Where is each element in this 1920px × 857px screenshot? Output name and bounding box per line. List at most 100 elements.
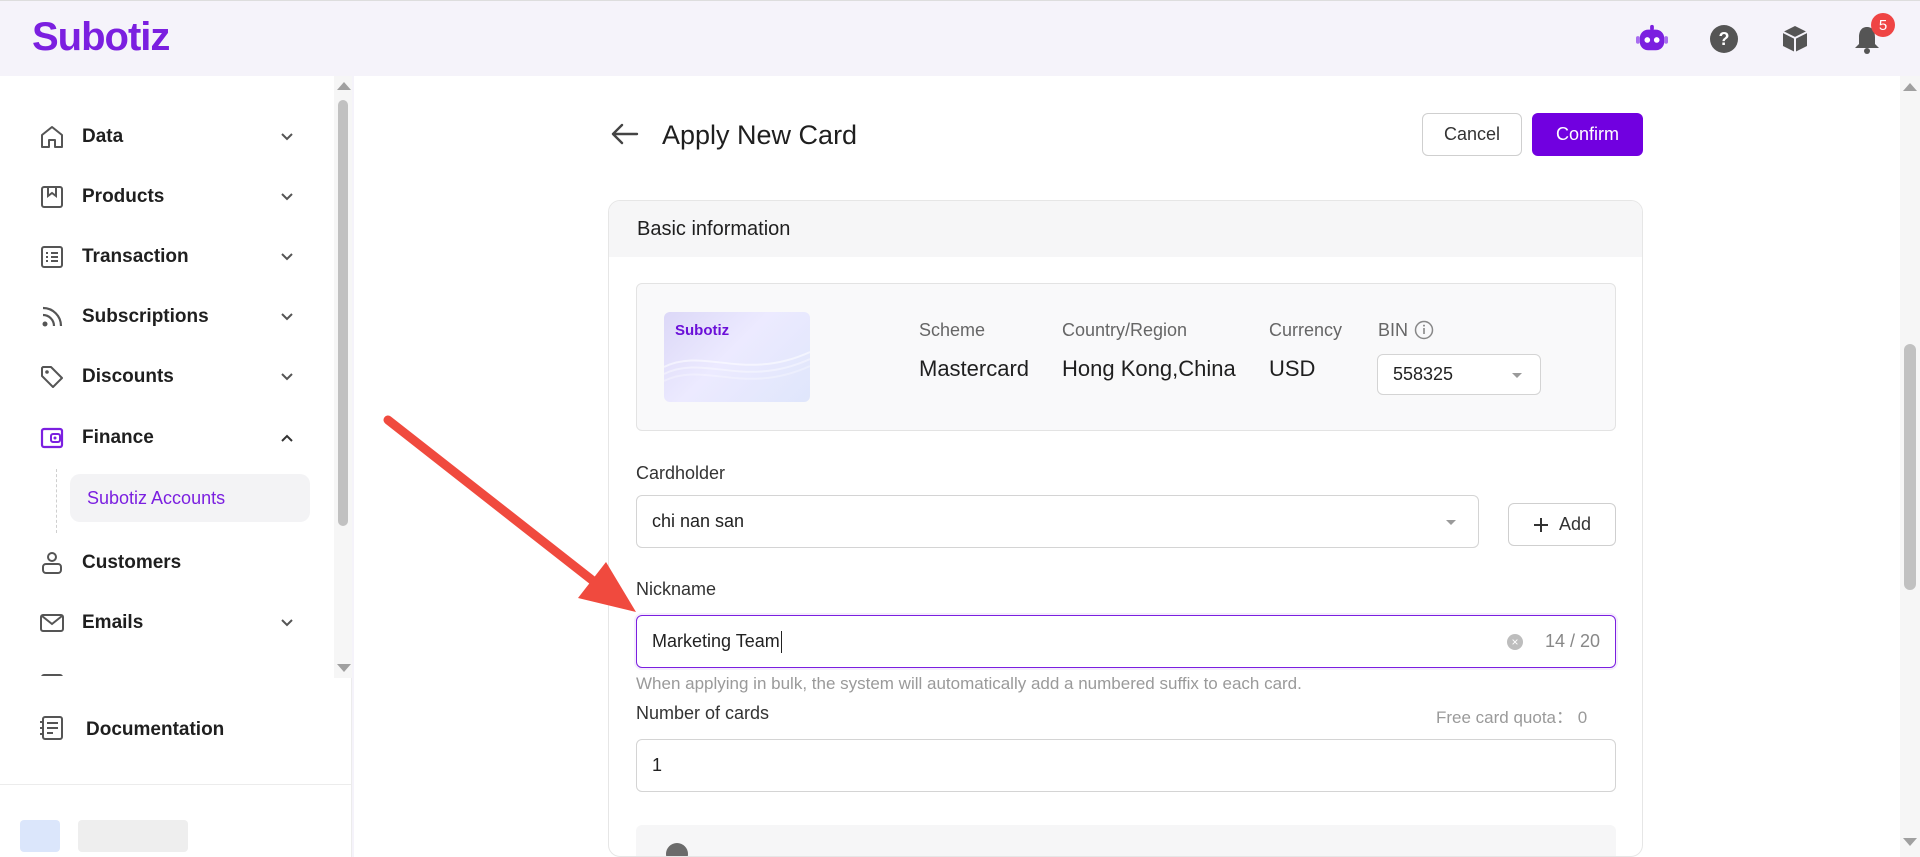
- nickname-label: Nickname: [636, 579, 717, 599]
- chevron-down-icon: [278, 614, 296, 632]
- scroll-down-icon[interactable]: [1903, 838, 1917, 846]
- sidebar: Data Products Transaction Subscriptions …: [0, 76, 352, 857]
- country-value: Hong Kong,China: [1062, 356, 1236, 381]
- sidebar-item-label: Documentation: [86, 719, 225, 740]
- currency-label: Currency: [1269, 320, 1343, 340]
- sidebar-item-label: Transaction: [82, 246, 189, 267]
- bell-icon[interactable]: 5: [1851, 13, 1895, 55]
- card-brand-logo: Subotiz: [675, 322, 730, 339]
- sidebar-divider: [0, 784, 352, 785]
- chevron-down-icon: [278, 368, 296, 386]
- assistant-robot-icon[interactable]: [1636, 23, 1668, 55]
- user-icon: [38, 549, 66, 577]
- document-icon: [38, 714, 66, 747]
- add-label: Add: [1558, 514, 1592, 534]
- scroll-up-icon[interactable]: [1903, 83, 1917, 91]
- sidebar-nav: Data Products Transaction Subscriptions …: [0, 76, 352, 676]
- package-icon[interactable]: [1779, 23, 1811, 55]
- sidebar-item-label: Data: [82, 126, 124, 147]
- country-label: Country/Region: [1062, 320, 1188, 340]
- account-name-redacted[interactable]: [78, 820, 188, 852]
- sidebar-item-label: Finance: [82, 427, 154, 448]
- notification-badge: 5: [1871, 13, 1895, 37]
- chevron-down-icon: [278, 188, 296, 206]
- sidebar-item-subscriptions[interactable]: Subscriptions: [38, 297, 300, 337]
- text-caret: [780, 630, 782, 653]
- cardholder-select[interactable]: chi nan san: [636, 495, 1479, 548]
- caret-down-icon: [1446, 520, 1456, 525]
- plus-icon: [1533, 517, 1548, 532]
- cancel-button[interactable]: Cancel: [1422, 113, 1522, 156]
- add-cardholder-button[interactable]: Add: [1508, 503, 1616, 546]
- sidebar-item-label: Discounts: [82, 366, 174, 387]
- avatar[interactable]: [20, 820, 60, 852]
- box-icon: [38, 183, 66, 211]
- sidebar-item-label: Subscriptions: [82, 306, 209, 327]
- number-of-cards-value: 1: [652, 755, 663, 775]
- country-field: Country/Region Hong Kong,China: [1062, 318, 1236, 384]
- help-icon[interactable]: ?: [1708, 23, 1740, 55]
- sidebar-item-partial[interactable]: [38, 663, 300, 676]
- mail-icon: [38, 609, 66, 637]
- sidebar-item-products[interactable]: Products: [38, 177, 300, 217]
- currency-field: Currency USD: [1269, 318, 1342, 384]
- bin-field: BIN: [1378, 318, 1434, 342]
- sidebar-item-customers[interactable]: Customers: [38, 543, 300, 583]
- currency-value: USD: [1269, 356, 1316, 381]
- scheme-label: Scheme: [919, 320, 986, 340]
- next-section-box: [636, 825, 1616, 856]
- wallet-icon: [38, 424, 66, 452]
- main-scroll-thumb[interactable]: [1904, 344, 1916, 590]
- free-card-quota: Free card quota： 0: [1436, 708, 1588, 727]
- bin-select-value: 558325: [1393, 364, 1454, 384]
- rss-icon: [38, 303, 66, 331]
- bin-select[interactable]: 558325: [1377, 354, 1541, 395]
- tag-icon: [38, 363, 66, 391]
- number-of-cards-input[interactable]: 1: [636, 739, 1616, 792]
- home-icon: [38, 123, 66, 151]
- sidebar-item-data[interactable]: Data: [38, 117, 300, 157]
- cardholder-value: chi nan san: [652, 511, 745, 531]
- submenu-guide-line: [56, 469, 57, 533]
- card-info-box: Subotiz Scheme Mastercard Country/Region…: [636, 283, 1616, 431]
- sidebar-item-documentation[interactable]: Documentation: [38, 710, 224, 750]
- sidebar-item-finance[interactable]: Finance: [38, 418, 300, 458]
- scheme-field: Scheme Mastercard: [919, 318, 1029, 384]
- calendar-icon: [38, 669, 66, 676]
- sidebar-item-transaction[interactable]: Transaction: [38, 237, 300, 277]
- basic-information-card: Basic information Subotiz Scheme Masterc…: [608, 200, 1643, 857]
- sidebar-item-discounts[interactable]: Discounts: [38, 357, 300, 397]
- caret-down-icon: [1512, 373, 1522, 378]
- bin-label: BIN: [1378, 320, 1409, 340]
- section-heading: Basic information: [609, 201, 1642, 257]
- sidebar-item-label: Products: [82, 186, 165, 207]
- nickname-input[interactable]: Marketing Team × 14 / 20: [636, 615, 1616, 668]
- nickname-value: Marketing Team: [652, 631, 780, 651]
- page-title: Apply New Card: [662, 120, 858, 150]
- sidebar-item-emails[interactable]: Emails: [38, 603, 300, 643]
- clear-icon[interactable]: ×: [1507, 634, 1523, 650]
- info-icon[interactable]: [1414, 320, 1434, 340]
- sidebar-item-label: Customers: [82, 552, 182, 573]
- number-of-cards-label: Number of cards: [636, 703, 770, 723]
- chevron-down-icon: [278, 128, 296, 146]
- card-preview-image: Subotiz: [664, 312, 810, 402]
- back-arrow-icon[interactable]: [608, 118, 640, 150]
- sidebar-scroll-thumb[interactable]: [338, 100, 348, 526]
- chevron-up-icon: [278, 429, 296, 447]
- scroll-down-icon[interactable]: [337, 664, 351, 672]
- section-icon: [666, 843, 688, 856]
- confirm-button[interactable]: Confirm: [1532, 113, 1643, 156]
- chevron-down-icon: [278, 248, 296, 266]
- chevron-down-icon: [278, 308, 296, 326]
- svg-text:?: ?: [1719, 29, 1730, 49]
- sidebar-item-subotiz-accounts[interactable]: Subotiz Accounts: [70, 474, 310, 522]
- top-bar: Subotiz ? 5: [0, 0, 1920, 76]
- scheme-value: Mastercard: [919, 356, 1030, 381]
- cardholder-label: Cardholder: [636, 463, 726, 483]
- app-logo[interactable]: Subotiz: [32, 15, 170, 60]
- sidebar-item-label: Emails: [82, 612, 144, 633]
- scroll-up-icon[interactable]: [337, 82, 351, 90]
- list-icon: [38, 243, 66, 271]
- bin-label-row: BIN: [1378, 318, 1434, 342]
